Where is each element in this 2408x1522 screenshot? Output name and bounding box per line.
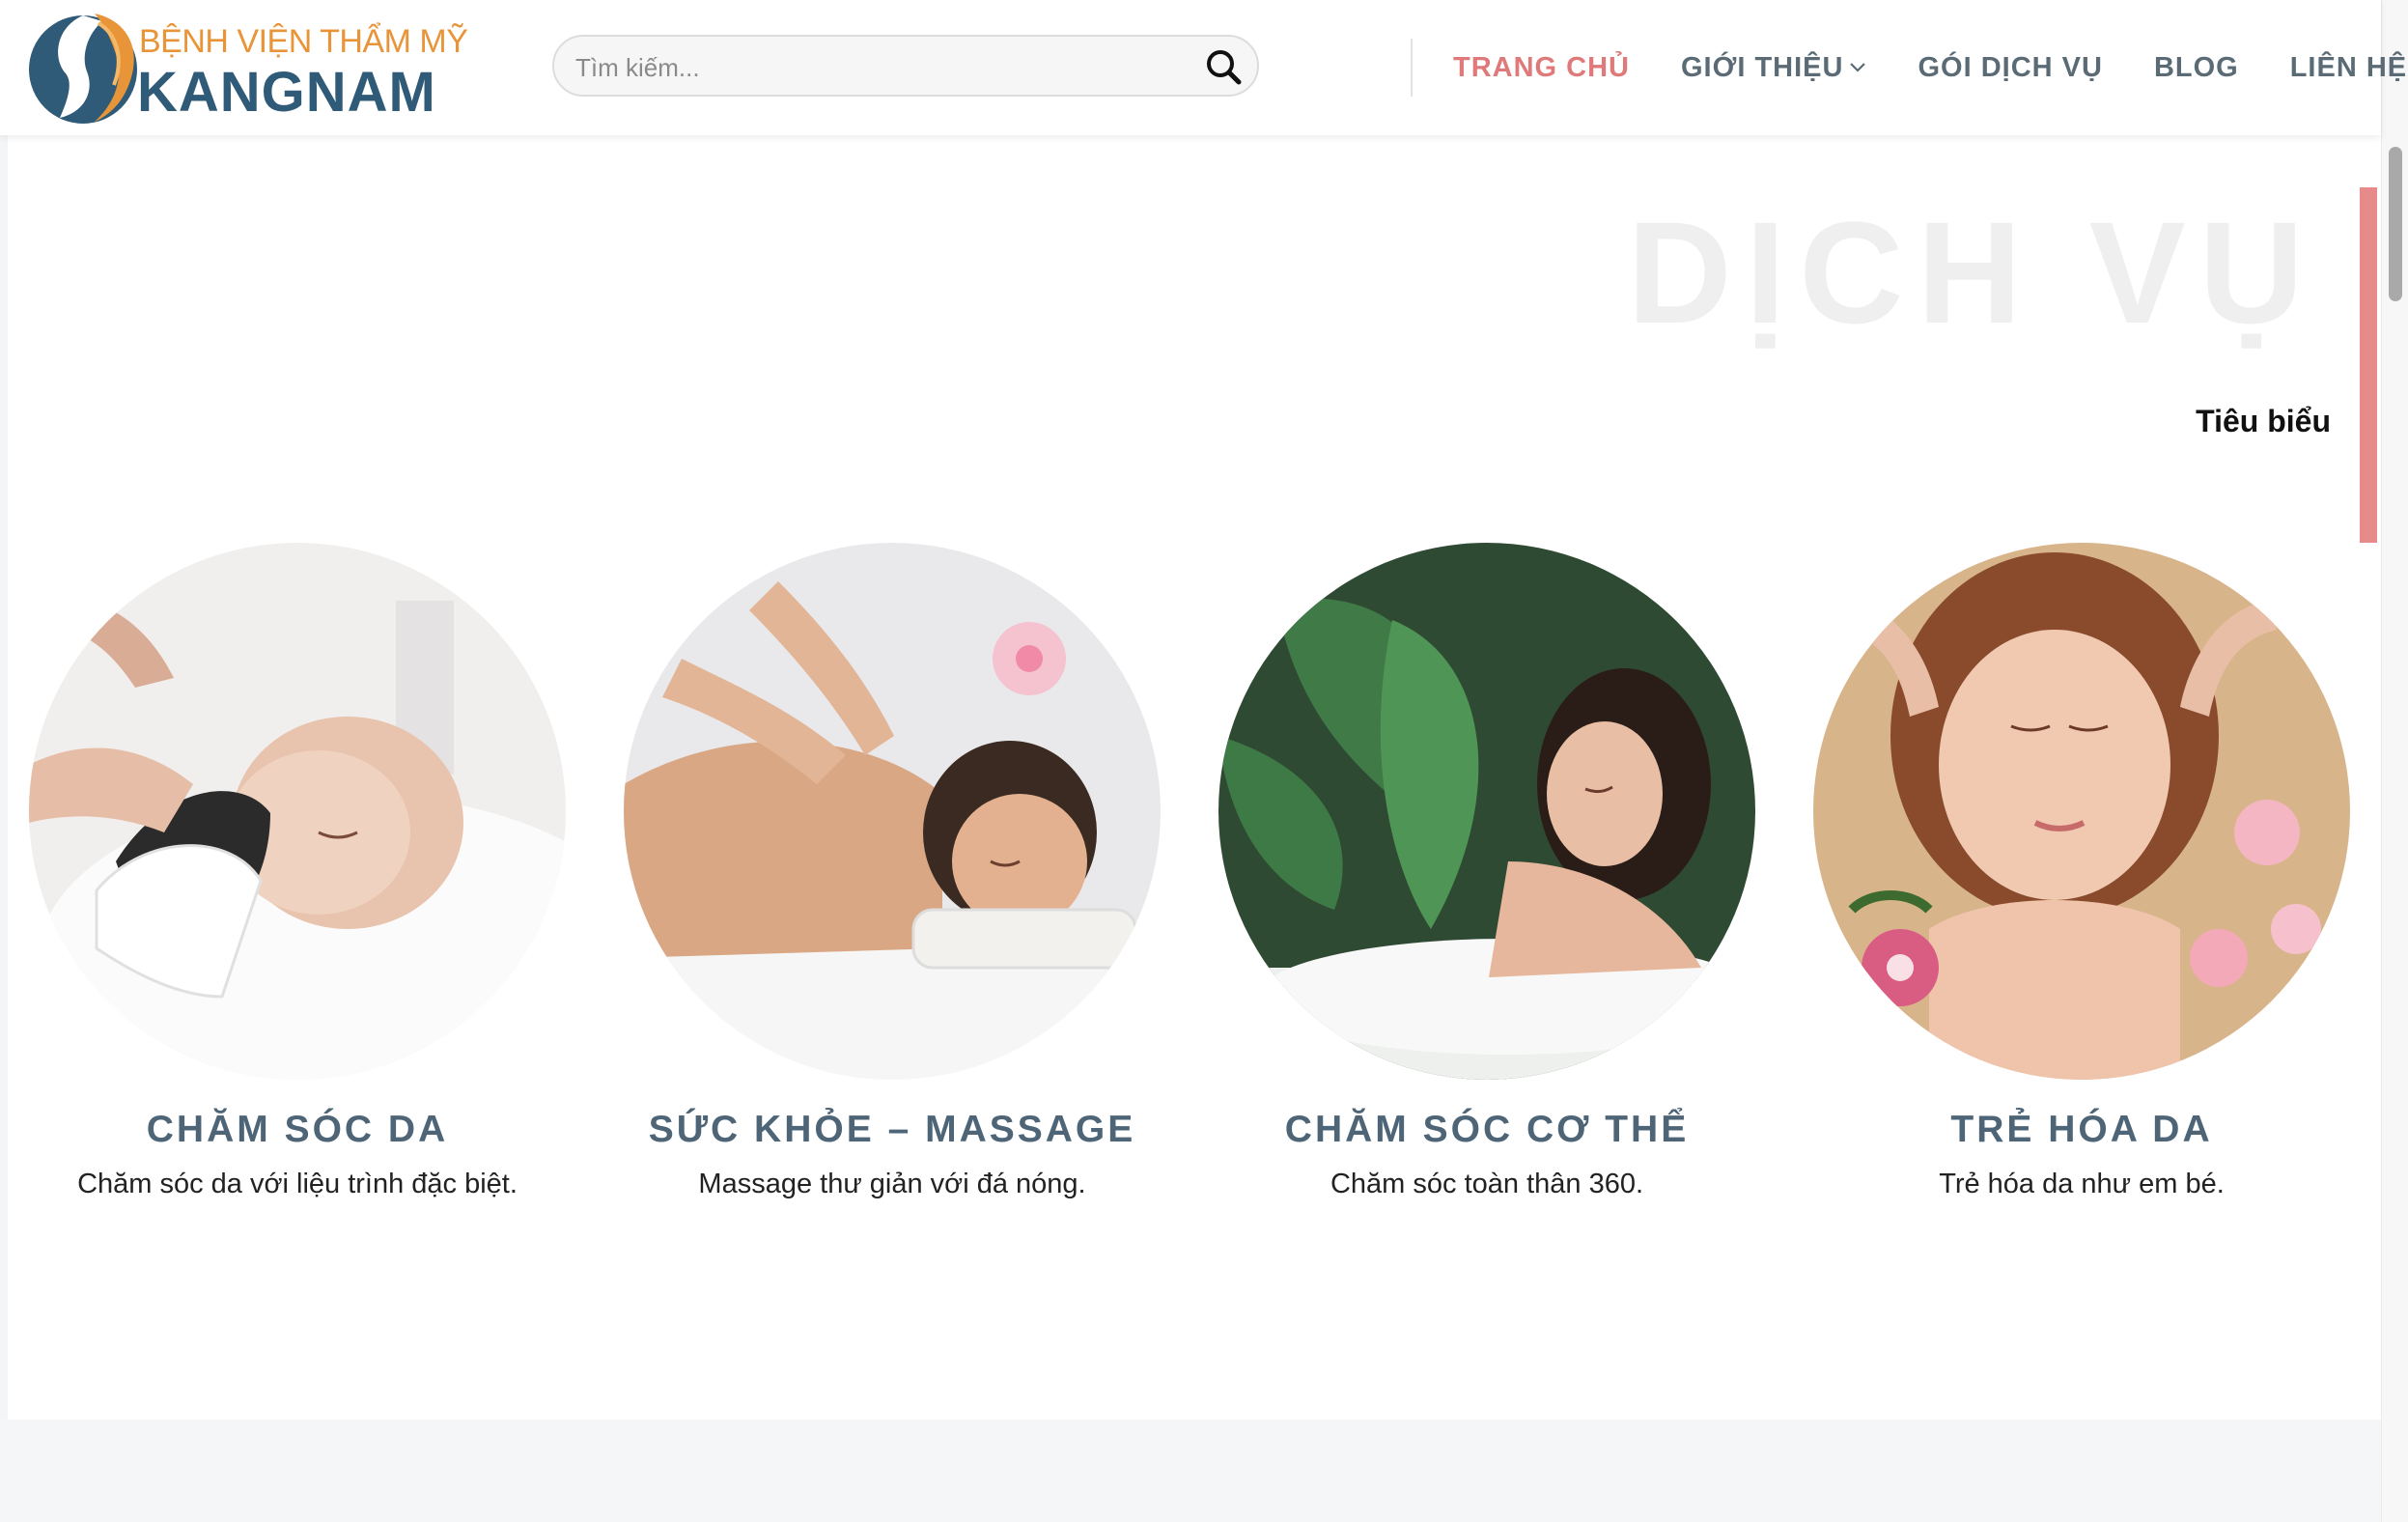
site-header: BỆNH VIỆN THẨM MỸ KANGNAM TRANG CHỦ GIỚI… bbox=[0, 0, 2406, 135]
search-input[interactable] bbox=[574, 48, 1176, 87]
nav-item-about[interactable]: GIỚI THIỆU bbox=[1681, 48, 1866, 87]
service-title[interactable]: TRẺ HÓA DA bbox=[1813, 1109, 2350, 1151]
service-title[interactable]: CHĂM SÓC DA bbox=[29, 1109, 566, 1151]
main-nav: TRANG CHỦ GIỚI THIỆU GÓI DỊCH VỤ BLOG LI… bbox=[1453, 48, 2407, 87]
service-card-bodycare[interactable]: CHĂM SÓC CƠ THỂ Chăm sóc toàn thân 360. bbox=[1218, 543, 1755, 1200]
service-description: Chăm sóc da với liệu trình đặc biệt. bbox=[77, 1169, 518, 1199]
service-image-rejuvenation[interactable] bbox=[1813, 543, 2350, 1080]
service-description: Chăm sóc toàn thân 360. bbox=[1330, 1169, 1644, 1199]
nav-item-packages[interactable]: GÓI DỊCH VỤ bbox=[1918, 48, 2102, 87]
logo-face-icon bbox=[29, 14, 137, 124]
section-subtitle: Tiêu biểu bbox=[2196, 404, 2331, 438]
scrollbar-thumb[interactable] bbox=[2389, 147, 2402, 301]
chevron-down-icon bbox=[1850, 63, 1866, 72]
section-title: DỊCH VỤ bbox=[1627, 191, 2317, 353]
next-section-band bbox=[0, 1420, 2381, 1522]
service-description: Trẻ hóa da như em bé. bbox=[1939, 1169, 2225, 1199]
logo-wordmark: KANGNAM bbox=[137, 61, 436, 124]
service-card-massage[interactable]: SỨC KHỎE – MASSAGE Massage thư giản với … bbox=[624, 543, 1161, 1200]
service-description: Massage thư giản với đá nóng. bbox=[698, 1169, 1086, 1199]
header-divider bbox=[1411, 39, 1413, 97]
site-logo[interactable]: BỆNH VIỆN THẨM MỸ KANGNAM bbox=[27, 10, 468, 126]
service-image-skincare[interactable] bbox=[29, 543, 566, 1080]
nav-item-home[interactable]: TRANG CHỦ bbox=[1453, 48, 1630, 87]
service-title[interactable]: SỨC KHỎE – MASSAGE bbox=[624, 1109, 1161, 1151]
service-card-rejuvenation[interactable]: TRẺ HÓA DA Trẻ hóa da như em bé. bbox=[1813, 543, 2350, 1200]
search-bar bbox=[552, 35, 1259, 97]
service-image-massage[interactable] bbox=[624, 543, 1161, 1080]
search-icon[interactable] bbox=[1203, 46, 1244, 87]
service-card-skincare[interactable]: CHĂM SÓC DA Chăm sóc da với liệu trình đ… bbox=[29, 543, 566, 1200]
nav-item-blog[interactable]: BLOG bbox=[2154, 48, 2239, 87]
logo-tagline: BỆNH VIỆN THẨM MỸ bbox=[139, 23, 468, 60]
left-gutter bbox=[0, 135, 8, 1420]
nav-item-contact[interactable]: LIÊN HỆ bbox=[2290, 48, 2407, 87]
service-image-bodycare[interactable] bbox=[1218, 543, 1755, 1080]
service-title[interactable]: CHĂM SÓC CƠ THỂ bbox=[1218, 1109, 1755, 1151]
accent-side-bar bbox=[2360, 187, 2377, 543]
